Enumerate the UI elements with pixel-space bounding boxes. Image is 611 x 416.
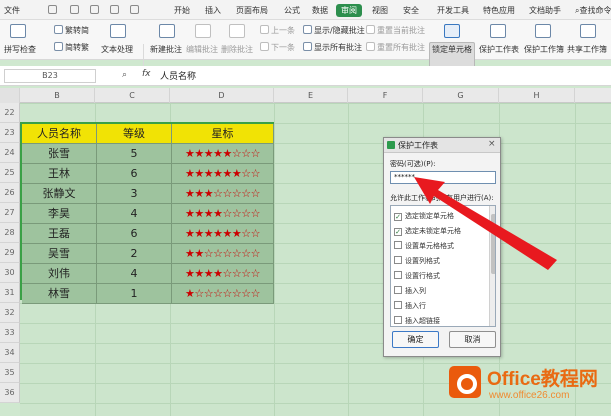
annotation-arrow: [414, 177, 557, 270]
office-logo-icon: [449, 366, 481, 398]
watermark: Office教程网 www.office26.com: [449, 364, 609, 414]
watermark-brand: Office教程网: [487, 369, 598, 390]
spreadsheet-app: 文件 开始 插入 页面布局 公式 数据 审阅 视图 安全 开发工具 特色应用 文…: [0, 0, 611, 416]
watermark-url: www.office26.com: [489, 390, 570, 401]
arrow-shape: [414, 177, 557, 270]
